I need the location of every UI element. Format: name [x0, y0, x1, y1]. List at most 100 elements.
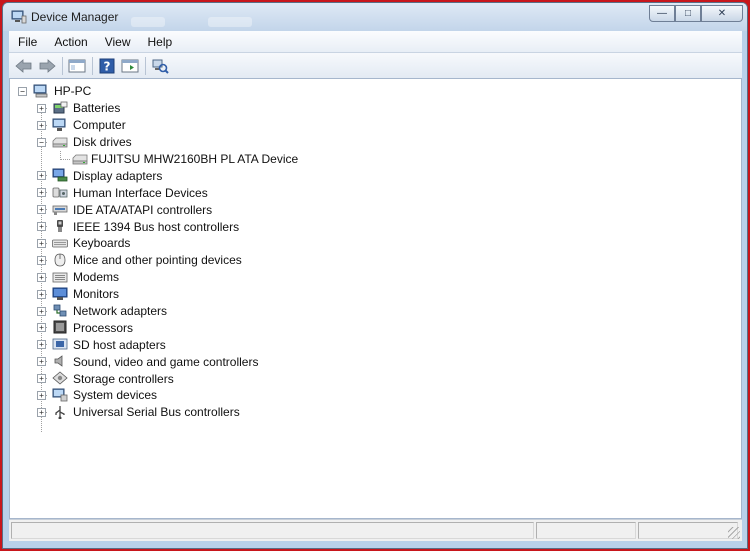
expand-toggle[interactable]: +	[37, 103, 46, 113]
expand-toggle[interactable]: +	[37, 391, 46, 401]
expand-toggle[interactable]: +	[37, 323, 46, 333]
tree-category[interactable]: + Human Interface Devices	[10, 184, 741, 201]
close-button[interactable]: ✕	[701, 5, 743, 22]
expand-toggle[interactable]: +	[37, 222, 46, 232]
toolbar-separator	[62, 56, 63, 75]
speaker-icon	[54, 355, 63, 368]
resize-grip[interactable]	[728, 527, 740, 539]
hid-icon	[52, 187, 68, 198]
display-adapter-icon	[52, 168, 68, 182]
title-bar[interactable]: Device Manager — □ ✕	[3, 3, 747, 31]
expand-toggle[interactable]: +	[37, 407, 46, 417]
forward-button[interactable]	[36, 56, 58, 76]
expand-toggle[interactable]: +	[37, 340, 46, 350]
tree-category[interactable]: + Display adapters	[10, 167, 741, 184]
device-tree-panel[interactable]: − HP-PC + Batteries + Computer − Disk dr…	[9, 79, 742, 519]
help-icon: ?	[99, 58, 115, 73]
menu-file[interactable]: File	[9, 35, 45, 49]
mouse-icon	[54, 253, 66, 267]
disk-drive-icon	[72, 154, 88, 164]
tree-category-label: System devices	[73, 388, 158, 403]
ieee1394-icon	[57, 220, 63, 233]
device-tree: − HP-PC + Batteries + Computer − Disk dr…	[10, 83, 741, 432]
window-frame-bottom	[3, 541, 747, 548]
expand-toggle[interactable]: +	[37, 272, 46, 282]
collapse-toggle[interactable]: −	[37, 137, 46, 147]
status-pane-secondary	[536, 522, 636, 539]
title-bar-reflection	[131, 17, 165, 27]
disk-drive-icon	[52, 137, 68, 148]
expand-toggle[interactable]: +	[37, 374, 46, 384]
tree-category[interactable]: + Processors	[10, 319, 741, 336]
tree-category-label: Modems	[73, 270, 120, 285]
help-button[interactable]: ?	[96, 56, 118, 76]
menu-action[interactable]: Action	[45, 35, 95, 49]
tree-device[interactable]: FUJITSU MHW2160BH PL ATA Device	[10, 150, 741, 168]
toolbar: ?	[9, 53, 742, 79]
tree-category[interactable]: + Modems	[10, 269, 741, 286]
expand-toggle[interactable]: +	[37, 205, 46, 215]
tree-category-label: Monitors	[73, 287, 120, 302]
minimize-button[interactable]: —	[649, 5, 675, 22]
tree-category-label: Sound, video and game controllers	[73, 354, 259, 369]
scan-hardware-icon	[152, 59, 169, 74]
sd-card-icon	[52, 338, 68, 350]
menu-help[interactable]: Help	[139, 35, 181, 49]
tree-category-label: Keyboards	[73, 236, 131, 251]
tree-category[interactable]: + SD host adapters	[10, 336, 741, 353]
expand-toggle[interactable]: +	[37, 120, 46, 130]
status-bar	[9, 519, 742, 541]
back-button[interactable]	[13, 56, 35, 76]
properties-button[interactable]	[119, 56, 141, 76]
show-hide-console-tree-button[interactable]	[66, 56, 88, 76]
close-icon: ✕	[717, 8, 727, 19]
system-devices-icon	[52, 388, 68, 402]
tree-category[interactable]: + Batteries	[10, 100, 741, 117]
tree-category[interactable]: + Network adapters	[10, 303, 741, 320]
tree-category-label: Disk drives	[73, 135, 132, 150]
back-arrow-icon	[15, 58, 32, 73]
expand-toggle[interactable]: +	[37, 306, 46, 316]
expand-toggle[interactable]: +	[37, 188, 46, 198]
tree-category[interactable]: + IDE ATA/ATAPI controllers	[10, 201, 741, 218]
collapse-toggle[interactable]: −	[18, 87, 27, 96]
status-pane-main	[11, 522, 534, 539]
menu-bar: File Action View Help	[9, 31, 742, 53]
tree-category[interactable]: + IEEE 1394 Bus host controllers	[10, 218, 741, 235]
processor-icon	[53, 320, 67, 334]
tree-category[interactable]: + System devices	[10, 387, 741, 404]
tree-root-label: HP-PC	[54, 84, 92, 99]
tree-root[interactable]: − HP-PC	[10, 83, 741, 100]
tree-category-label: SD host adapters	[73, 337, 166, 352]
scan-hardware-changes-button[interactable]	[149, 56, 171, 76]
modem-icon	[52, 272, 68, 283]
tree-category[interactable]: + Universal Serial Bus controllers	[10, 404, 741, 421]
tree-category[interactable]: + Computer	[10, 117, 741, 134]
computer-icon	[33, 84, 48, 98]
tree-category[interactable]: + Keyboards	[10, 235, 741, 252]
toolbar-separator	[145, 56, 146, 75]
tree-category[interactable]: + Storage controllers	[10, 370, 741, 387]
tree-category[interactable]: + Mice and other pointing devices	[10, 252, 741, 269]
expand-toggle[interactable]: +	[37, 357, 46, 367]
expand-toggle[interactable]: +	[37, 171, 46, 181]
tree-category[interactable]: − Disk drives	[10, 134, 741, 151]
device-manager-window: Device Manager — □ ✕ File Action View He…	[2, 2, 748, 549]
expand-toggle[interactable]: +	[37, 289, 46, 299]
maximize-icon: □	[684, 8, 692, 19]
maximize-button[interactable]: □	[675, 5, 701, 22]
status-pane-tertiary	[638, 522, 738, 539]
tree-category-label: Network adapters	[73, 304, 168, 319]
ide-controller-icon	[52, 205, 68, 216]
tree-category-label: Mice and other pointing devices	[73, 253, 242, 268]
window-controls: — □ ✕	[649, 5, 743, 22]
battery-icon	[53, 101, 68, 114]
tree-category[interactable]: + Sound, video and game controllers	[10, 353, 741, 370]
menu-view[interactable]: View	[96, 35, 139, 49]
tree-category-label: IDE ATA/ATAPI controllers	[73, 202, 213, 217]
expand-toggle[interactable]: +	[37, 255, 46, 265]
toolbar-separator	[92, 56, 93, 75]
tree-category[interactable]: + Monitors	[10, 286, 741, 303]
expand-toggle[interactable]: +	[37, 239, 46, 249]
tree-category-label: Human Interface Devices	[73, 185, 208, 200]
